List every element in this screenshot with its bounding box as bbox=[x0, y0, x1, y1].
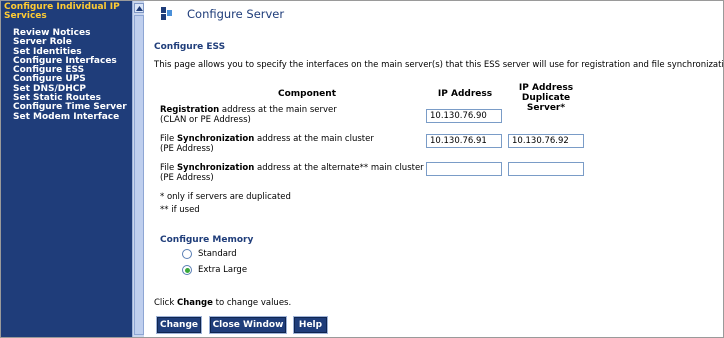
sidebar-item-set-modem-interface[interactable]: Set Modem Interface bbox=[13, 112, 127, 122]
memory-option-extra-large[interactable]: Extra Large bbox=[182, 265, 247, 275]
page-title: Configure Server bbox=[187, 7, 285, 21]
sidebar-title: Configure Individual IP Services bbox=[4, 2, 120, 21]
radio-standard[interactable] bbox=[182, 249, 192, 259]
note-if-used: ** if used bbox=[160, 205, 200, 215]
registration-ip-field[interactable] bbox=[426, 109, 502, 123]
scrollbar-thumb[interactable] bbox=[134, 15, 144, 335]
sidebar-nav: Review Notices Server Role Set Identitie… bbox=[13, 28, 127, 122]
radio-extra-large[interactable] bbox=[182, 265, 192, 275]
sync-main-cluster-label: File Synchronization address at the main… bbox=[160, 134, 374, 154]
sidebar: Configure Individual IP Services Review … bbox=[1, 1, 132, 337]
sidebar-scrollbar[interactable] bbox=[132, 1, 144, 337]
intro-text: This page allows you to specify the inte… bbox=[154, 60, 724, 70]
section-title-configure-ess: Configure ESS bbox=[154, 42, 226, 52]
column-header-component: Component bbox=[277, 89, 336, 99]
sync-alternate-cluster-label: File Synchronization address at the alte… bbox=[160, 163, 424, 183]
column-header-duplicate-ip: IP Address Duplicate Server* bbox=[518, 83, 574, 113]
scroll-up-arrow-icon[interactable] bbox=[134, 3, 144, 13]
section-title-configure-memory: Configure Memory bbox=[160, 235, 254, 245]
close-window-button[interactable]: Close Window bbox=[209, 316, 287, 334]
instruction-text: Click Change to change values. bbox=[154, 298, 292, 308]
sync-main-ip-field[interactable] bbox=[426, 134, 502, 148]
memory-option-standard[interactable]: Standard bbox=[182, 249, 237, 259]
help-button[interactable]: Help bbox=[293, 316, 328, 334]
server-logo-icon bbox=[161, 7, 172, 20]
note-duplicated: * only if servers are duplicated bbox=[160, 192, 291, 202]
sync-alternate-duplicate-ip-field[interactable] bbox=[508, 162, 584, 176]
sync-main-duplicate-ip-field[interactable] bbox=[508, 134, 584, 148]
registration-address-label: Registration address at the main server … bbox=[160, 105, 337, 125]
main-content: Configure Server Configure ESS This page… bbox=[144, 1, 724, 337]
sync-alternate-ip-field[interactable] bbox=[426, 162, 502, 176]
column-header-ip-address: IP Address bbox=[437, 89, 493, 99]
change-button[interactable]: Change bbox=[156, 316, 202, 334]
